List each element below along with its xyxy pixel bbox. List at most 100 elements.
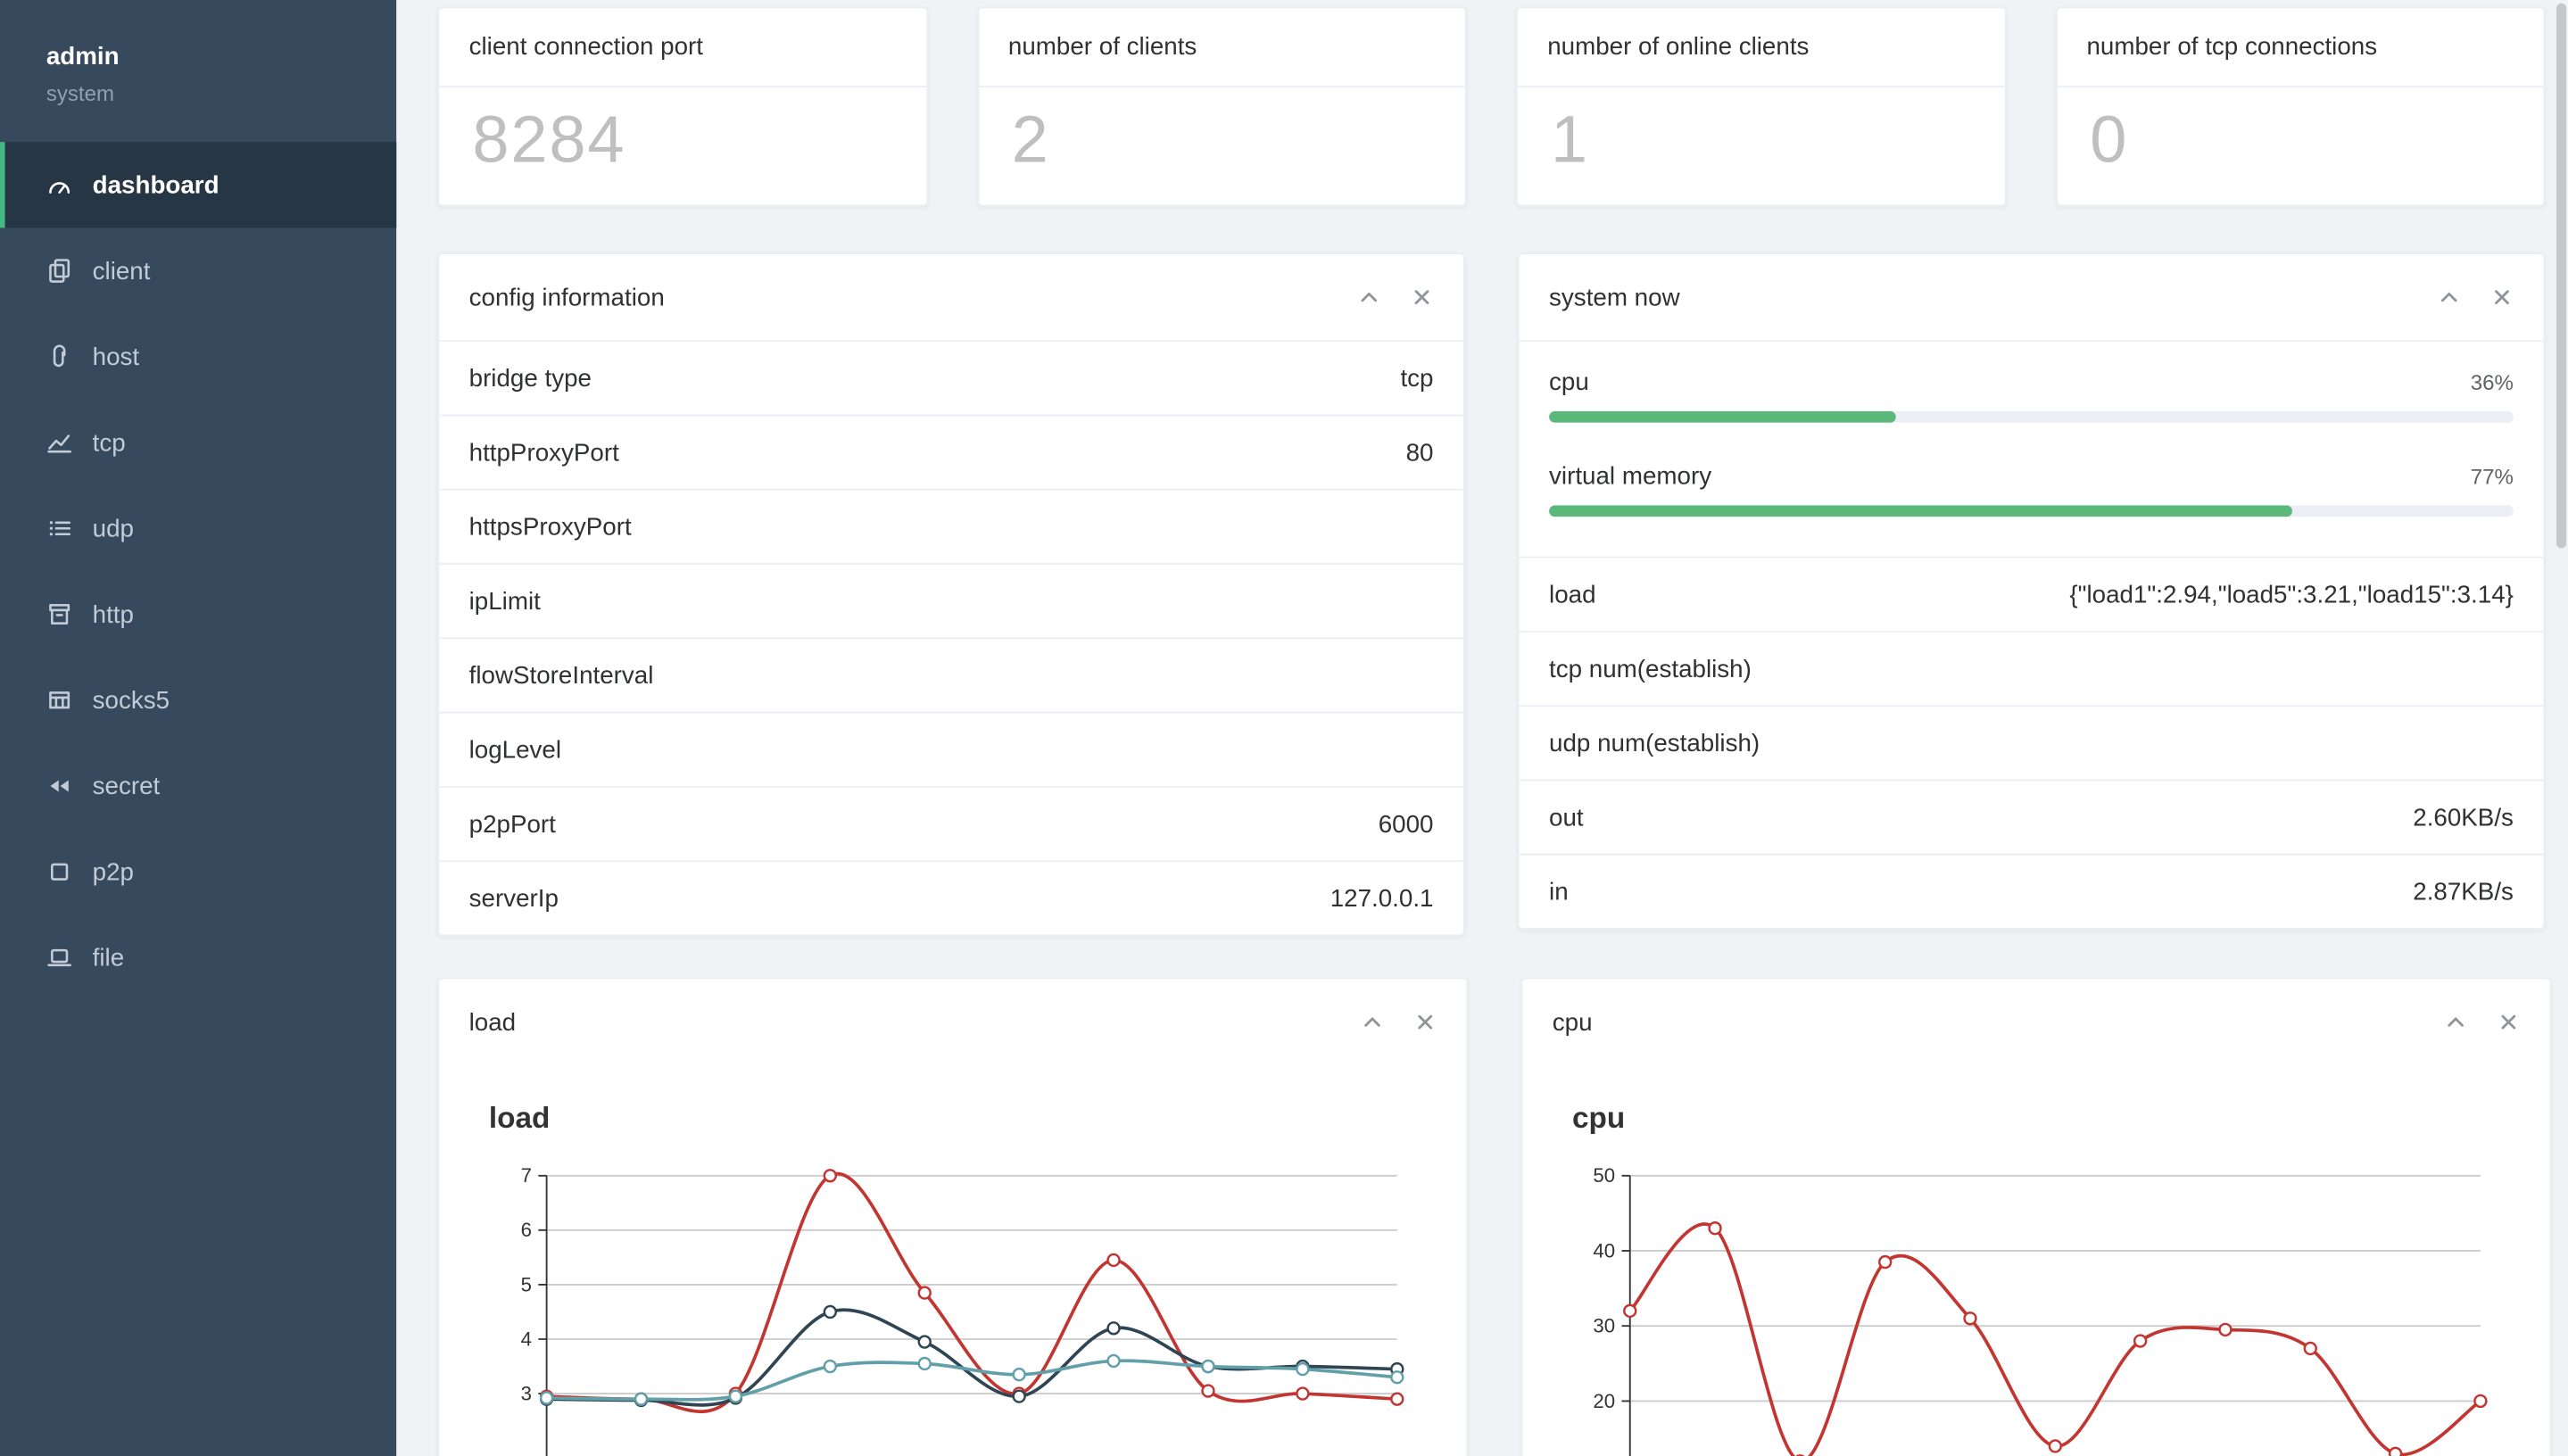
config-row-label: bridge type: [468, 364, 592, 393]
progress-fill: [1549, 505, 2292, 517]
sidebar-item-host[interactable]: host: [0, 314, 396, 400]
system-row-value: 2.60KB/s: [2413, 803, 2514, 831]
config-row: logLevel: [439, 711, 1463, 786]
secret-icon: [50, 780, 69, 792]
memory-gauge: virtual memory 77%: [1549, 446, 2514, 540]
sidebar-item-label: p2p: [92, 857, 134, 886]
stat-card: client connection port 8284: [437, 6, 928, 207]
sidebar-item-p2p[interactable]: p2p: [0, 829, 396, 914]
system-panel-header: system now: [1520, 254, 2543, 340]
config-row: serverIp 127.0.0.1: [439, 860, 1463, 934]
sidebar-item-udp[interactable]: udp: [0, 485, 396, 571]
config-row-label: flowStoreInterval: [468, 661, 654, 690]
sidebar-item-dashboard[interactable]: dashboard: [0, 142, 397, 228]
stat-value: 1: [1550, 103, 1589, 178]
user-role: system: [46, 80, 115, 106]
sidebar-item-secret[interactable]: secret: [0, 743, 396, 829]
panel-title: system now: [1549, 283, 1680, 311]
collapse-icon[interactable]: [1357, 285, 1380, 309]
gauge-label: cpu: [1549, 368, 1589, 397]
stat-card: number of tcp connections 0: [2055, 6, 2546, 207]
chart-title: cpu: [1571, 1101, 1626, 1135]
progress-fill: [1549, 410, 1897, 423]
charts-row: load load 34567 cpu cpu 20 30 40 50: [437, 977, 2552, 1456]
system-row-label: load: [1549, 580, 1596, 609]
sidebar-user: admin system: [0, 0, 396, 136]
sidebar-item-tcp[interactable]: tcp: [0, 400, 396, 485]
gauge-percent: 77%: [2470, 464, 2514, 489]
p2p-icon: [51, 863, 69, 881]
sidebar-item-socks5[interactable]: socks5: [0, 658, 396, 743]
panel-title: config information: [468, 283, 665, 311]
http-icon: [49, 604, 70, 625]
config-row-label: p2pPort: [468, 809, 556, 839]
gauge-label: virtual memory: [1549, 462, 1712, 491]
sidebar-item-http[interactable]: http: [0, 571, 396, 657]
config-row: bridge type tcp: [439, 340, 1463, 414]
sidebar-item-label: secret: [92, 772, 161, 800]
config-row-value: 80: [1405, 438, 1434, 467]
config-row-value: 127.0.0.1: [1330, 884, 1434, 913]
cpu-gauge: cpu 36%: [1549, 352, 2514, 445]
close-icon[interactable]: [1413, 1011, 1437, 1034]
system-row: in 2.87KB/s: [1519, 853, 2544, 928]
system-row-value: {"load1":2.94,"load5":3.21,"load15":3.14…: [2069, 580, 2514, 609]
socks5-icon: [49, 691, 70, 709]
collapse-icon[interactable]: [2438, 285, 2461, 309]
sidebar-item-label: dashboard: [92, 170, 220, 200]
config-panel-header: config information: [439, 254, 1462, 340]
sidebar-item-file[interactable]: file: [0, 914, 396, 1000]
svg-text:6: 6: [521, 1219, 532, 1241]
close-icon[interactable]: [1411, 285, 1434, 309]
cpu-chart-panel: cpu cpu 20 30 40 50: [1520, 977, 2552, 1456]
sidebar-item-label: udp: [92, 514, 134, 542]
config-row: httpsProxyPort: [439, 488, 1463, 563]
svg-text:40: 40: [1593, 1239, 1615, 1262]
load-chart: 3 4 5 6 7: [521, 1164, 1404, 1456]
sidebar-menu: dashboard client host tcp udp http socks…: [0, 142, 397, 1000]
config-row-label: serverIp: [468, 884, 559, 913]
page-scrollbar: [2555, 0, 2568, 1456]
panel-title: load: [468, 1007, 517, 1037]
system-row: tcp num(establish): [1519, 631, 2544, 705]
stat-title: number of online clients: [1517, 8, 2004, 88]
chart-title: load: [488, 1101, 551, 1135]
svg-text:50: 50: [1593, 1164, 1615, 1187]
progress-track: [1549, 410, 2514, 423]
svg-text:3: 3: [521, 1382, 532, 1404]
file-icon: [47, 948, 71, 967]
host-icon: [53, 344, 66, 368]
panel-tools: [2438, 285, 2514, 309]
stat-card: number of clients 2: [976, 6, 1467, 207]
sidebar-item-label: tcp: [92, 428, 126, 457]
config-row: ipLimit: [439, 563, 1463, 637]
config-row-label: ipLimit: [468, 586, 541, 616]
close-icon[interactable]: [2490, 285, 2514, 309]
system-row-label: in: [1549, 877, 1569, 906]
svg-text:4: 4: [521, 1328, 532, 1350]
sidebar-item-client[interactable]: client: [0, 228, 396, 313]
close-icon[interactable]: [2497, 1011, 2520, 1034]
cpu-panel-header: cpu: [1522, 980, 2549, 1065]
info-row: config information bridge type tcp httpP…: [437, 252, 2546, 937]
svg-text:30: 30: [1593, 1315, 1615, 1337]
system-gauges: cpu 36% virtual memory 77%: [1519, 340, 2544, 556]
tcp-icon: [47, 434, 71, 453]
collapse-icon[interactable]: [1361, 1011, 1384, 1034]
scrollbar-thumb[interactable]: [2556, 3, 2567, 549]
stat-card: number of online clients 1: [1516, 6, 2006, 207]
config-panel: config information bridge type tcp httpP…: [437, 252, 1465, 937]
config-row-label: httpsProxyPort: [468, 512, 632, 542]
svg-text:7: 7: [521, 1164, 532, 1187]
collapse-icon[interactable]: [2444, 1011, 2467, 1034]
stat-title: number of tcp connections: [2057, 8, 2544, 88]
system-row-label: udp num(establish): [1549, 729, 1760, 757]
stat-value: 2: [1011, 103, 1050, 178]
cpu-chart-body: cpu 20 30 40 50: [1522, 1065, 2549, 1456]
dashboard-icon: [49, 182, 70, 194]
stats-row: client connection port 8284 number of cl…: [437, 6, 2546, 207]
sidebar-item-label: client: [92, 256, 151, 285]
user-name: admin: [46, 43, 120, 71]
panel-tools: [1357, 285, 1433, 309]
app: admin system dashboard client host tcp u…: [0, 0, 2568, 1456]
